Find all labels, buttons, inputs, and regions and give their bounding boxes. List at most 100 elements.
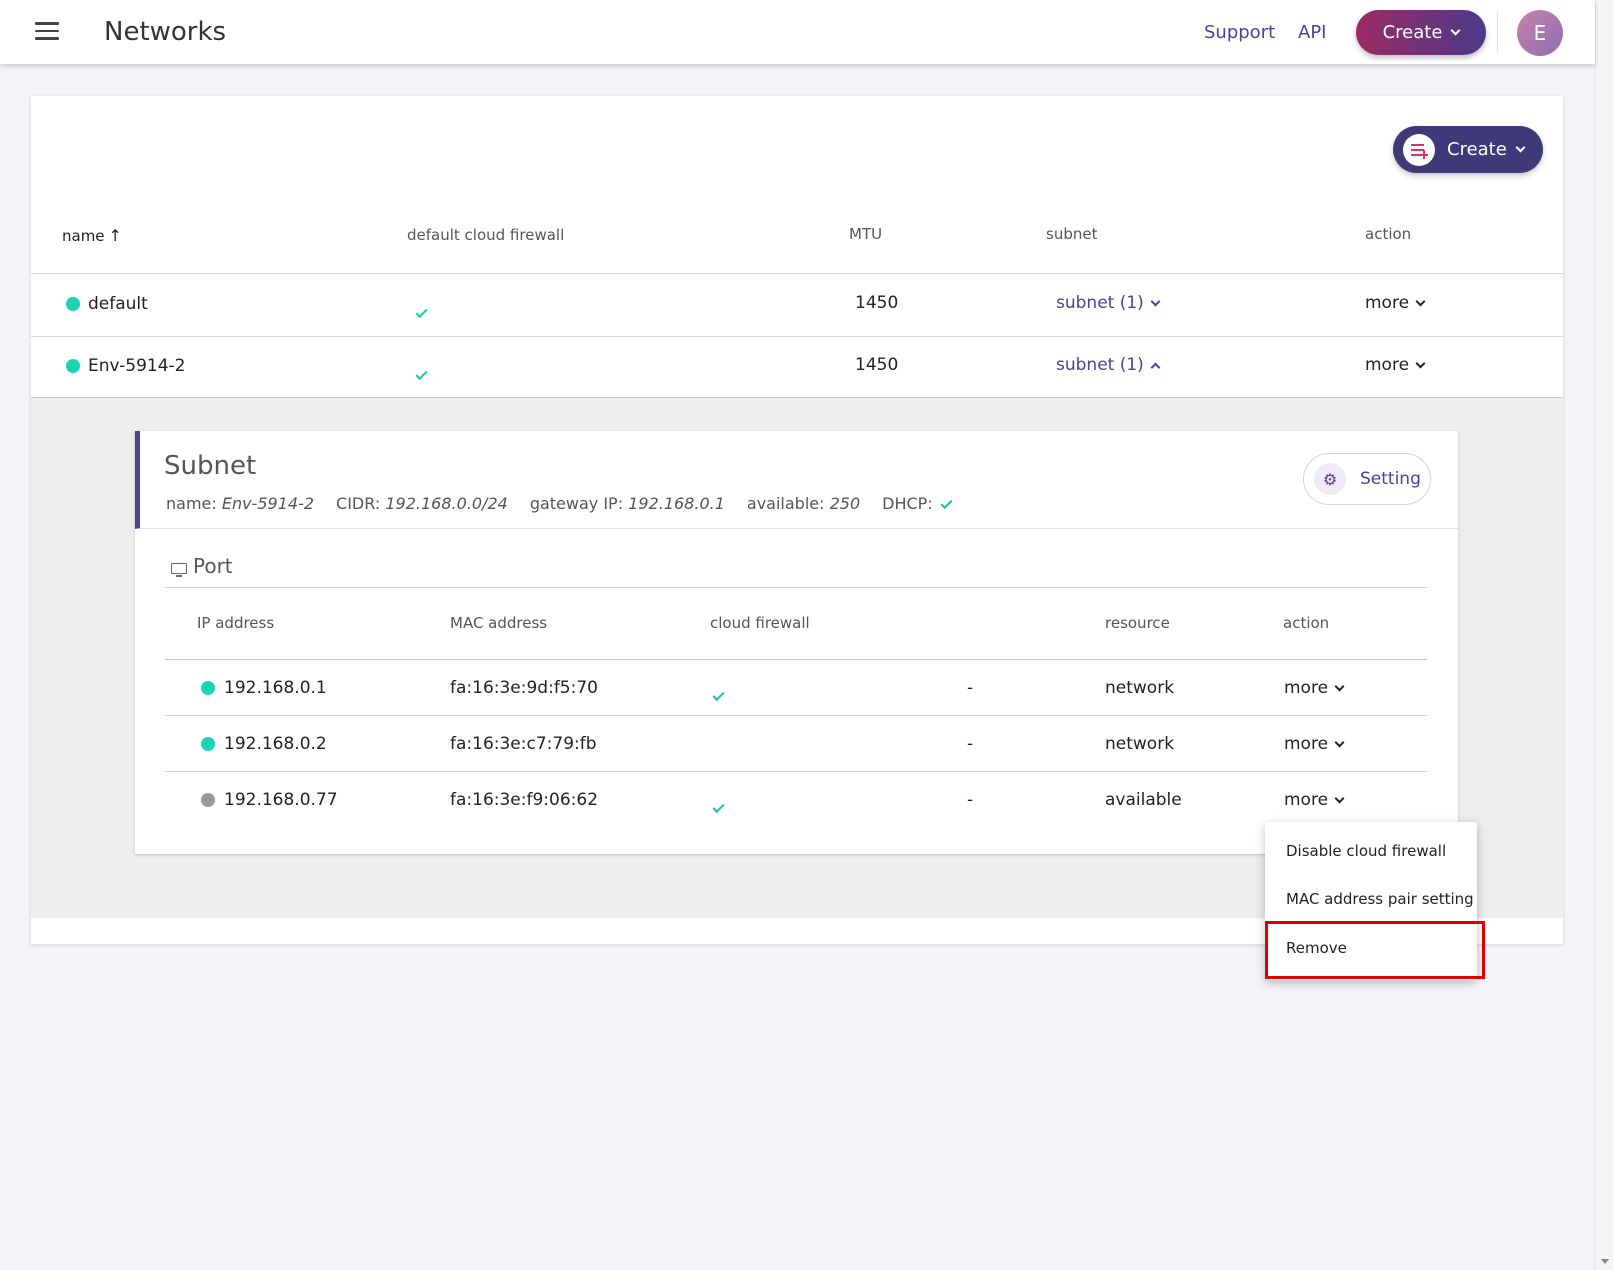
chevron-down-icon [1415, 358, 1426, 368]
port-more-button[interactable]: more [1284, 790, 1345, 810]
check-icon [940, 496, 953, 509]
mtu-value: 1450 [855, 355, 899, 375]
subnet-name: Env-5914-2 [221, 494, 315, 513]
more-label: more [1284, 734, 1329, 754]
column-header-ip: IP address [197, 614, 275, 632]
port-title: Port [171, 554, 233, 578]
ip-address: 192.168.0.2 [224, 734, 327, 754]
status-dot [201, 737, 215, 751]
chevron-down-icon [1415, 296, 1426, 306]
port-title-label: Port [193, 554, 233, 578]
status-dot [201, 681, 215, 695]
divider [165, 771, 1427, 772]
status-dot [66, 359, 80, 373]
chevron-down-icon [1334, 681, 1345, 691]
column-header-resource: resource [1105, 614, 1170, 632]
resource-link[interactable]: network [1105, 678, 1174, 698]
chevron-down-icon [1150, 296, 1161, 306]
menu-item-disable-cloud-firewall[interactable]: Disable cloud firewall [1286, 842, 1446, 860]
subnet-toggle-label: subnet (1) [1056, 355, 1144, 375]
network-name: default [88, 294, 148, 314]
column-header-subnet: subnet [1046, 225, 1098, 243]
dash-value: - [967, 790, 974, 810]
subnet-toggle-label: subnet (1) [1056, 293, 1144, 313]
subnet-toggle[interactable]: subnet (1) [1056, 355, 1161, 375]
check-icon [712, 688, 725, 702]
column-header-mac: MAC address [450, 614, 548, 632]
menu-item-mac-address-pair-setting[interactable]: MAC address pair setting [1286, 890, 1474, 908]
subnet-title: Subnet [164, 451, 257, 481]
create-network-label: Create [1447, 139, 1507, 160]
subnet-toggle[interactable]: subnet (1) [1056, 293, 1161, 313]
subnet-header: Subnet name: Env-5914-2 CIDR: 192.168.0.… [135, 431, 1458, 529]
chevron-down-icon [1450, 25, 1461, 36]
status-dot [66, 297, 80, 311]
top-app-bar: Networks Support API Create E [0, 0, 1595, 64]
chevron-down-icon [1334, 737, 1345, 747]
column-header-mtu: MTU [849, 225, 883, 243]
setting-button[interactable]: ⚙ Setting [1303, 453, 1431, 505]
column-header-firewall: default cloud firewall [407, 226, 565, 244]
playlist-add-icon [1403, 133, 1435, 166]
ip-address: 192.168.0.1 [224, 678, 327, 698]
available-label: available: [746, 494, 825, 513]
check-icon [415, 367, 428, 381]
divider [1497, 12, 1498, 52]
divider [31, 336, 1563, 337]
more-button[interactable]: more [1365, 355, 1426, 375]
header-create-label: Create [1382, 22, 1443, 43]
gateway-value: 192.168.0.1 [628, 494, 725, 513]
port-more-button[interactable]: more [1284, 678, 1345, 698]
subnet-panel: Subnet name: Env-5914-2 CIDR: 192.168.0.… [135, 431, 1458, 854]
divider [165, 587, 1427, 588]
divider [31, 273, 1563, 274]
menu-item-remove[interactable]: Remove [1286, 939, 1347, 957]
chevron-up-icon [1150, 362, 1161, 372]
port-more-button[interactable]: more [1284, 734, 1345, 754]
column-header-port-action: action [1283, 614, 1330, 632]
scrollbar[interactable] [1595, 0, 1613, 1270]
cidr-value: 192.168.0.0/24 [385, 494, 508, 513]
divider [165, 659, 1427, 660]
support-link[interactable]: Support [1204, 22, 1275, 43]
api-link[interactable]: API [1298, 22, 1326, 43]
port-action-menu: Disable cloud firewall MAC address pair … [1265, 822, 1477, 980]
gateway-label: gateway IP: [529, 494, 624, 513]
mac-address: fa:16:3e:9d:f5:70 [450, 678, 598, 698]
more-label: more [1284, 678, 1329, 698]
networks-card: Create name ↑ default cloud firewall MTU… [31, 96, 1563, 944]
column-header-name[interactable]: name ↑ [62, 226, 122, 245]
dhcp-label: DHCP: [882, 494, 933, 513]
menu-icon[interactable] [35, 22, 59, 40]
gear-icon: ⚙ [1314, 463, 1346, 495]
mac-address: fa:16:3e:c7:79:fb [450, 734, 597, 754]
divider [165, 715, 1427, 716]
chevron-down-icon [1515, 142, 1526, 153]
header-create-button[interactable]: Create [1356, 10, 1486, 55]
more-label: more [1365, 355, 1410, 375]
dash-value: - [967, 734, 974, 754]
available-value: 250 [829, 494, 861, 513]
avatar[interactable]: E [1517, 10, 1563, 56]
ip-address: 192.168.0.77 [224, 790, 338, 810]
network-name: Env-5914-2 [88, 356, 186, 376]
create-network-button[interactable]: Create [1393, 126, 1543, 173]
setting-label: Setting [1360, 469, 1421, 489]
chevron-down-icon [1334, 793, 1345, 803]
column-header-cloud-firewall: cloud firewall [710, 614, 810, 632]
arrow-up-icon: ↑ [108, 226, 122, 245]
resource-value: available [1105, 790, 1182, 810]
subnet-name-label: name: [166, 494, 217, 513]
scroll-down-icon[interactable] [1601, 1259, 1609, 1264]
more-label: more [1284, 790, 1329, 810]
column-header-name-label: name [62, 226, 105, 245]
check-icon [415, 305, 428, 319]
dash-value: - [967, 678, 974, 698]
check-icon [712, 800, 725, 814]
mtu-value: 1450 [855, 293, 899, 313]
status-dot [201, 793, 215, 807]
more-button[interactable]: more [1365, 293, 1426, 313]
subnet-info: name: Env-5914-2 CIDR: 192.168.0.0/24 ga… [166, 494, 953, 513]
more-label: more [1365, 293, 1410, 313]
page-title: Networks [104, 17, 227, 47]
